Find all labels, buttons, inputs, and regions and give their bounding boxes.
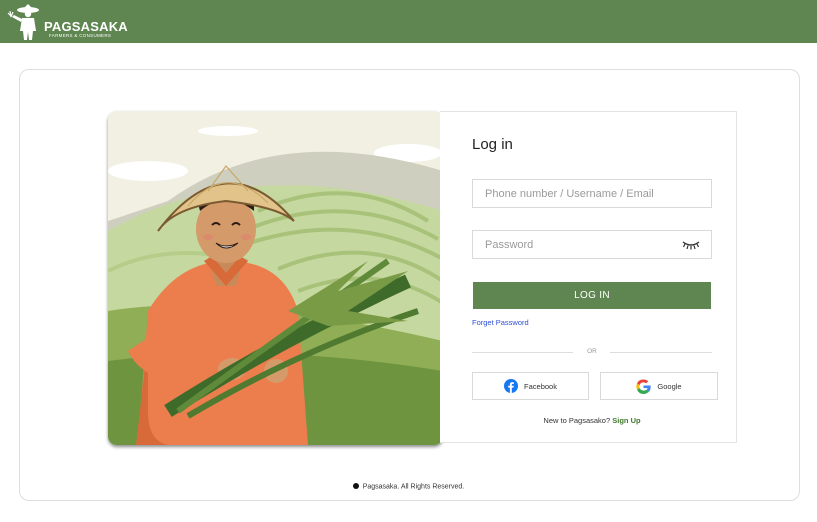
signup-prompt: New to Pagsasako? Sign Up <box>472 416 712 425</box>
signup-link[interactable]: Sign Up <box>612 416 640 425</box>
signup-prompt-text: New to Pagsasako? <box>543 416 611 425</box>
google-icon <box>636 378 652 394</box>
facebook-login-button[interactable]: Facebook <box>472 372 589 400</box>
forget-password-link[interactable]: Forget Password <box>472 318 529 327</box>
brand-logo[interactable]: PAGSASAKA FARMERS & CONSUMERS <box>6 3 128 41</box>
facebook-icon <box>504 379 519 393</box>
or-divider-text: OR <box>587 348 597 355</box>
google-login-button[interactable]: Google <box>600 372 718 400</box>
divider-line <box>472 352 573 353</box>
password-input[interactable] <box>472 230 712 259</box>
login-title: Log in <box>472 136 513 153</box>
top-navigation-bar: PAGSASAKA FARMERS & CONSUMERS <box>0 0 817 43</box>
brand-name: PAGSASAKA <box>44 19 128 34</box>
facebook-label: Facebook <box>524 381 557 391</box>
farmer-illustration <box>108 111 443 445</box>
google-label: Google <box>657 381 682 391</box>
username-input[interactable] <box>472 179 712 208</box>
brand-tagline: FARMERS & CONSUMERS <box>49 33 112 38</box>
farmer-logo-icon <box>7 4 39 40</box>
copyright-icon <box>352 483 359 489</box>
footer: Pagsasaka. All Rights Reserved. <box>0 483 817 491</box>
eye-closed-icon[interactable] <box>682 238 700 250</box>
login-button[interactable]: LOG IN <box>473 282 711 309</box>
divider-line <box>610 352 712 353</box>
copyright-text: Pagsasaka. All Rights Reserved. <box>362 483 465 491</box>
